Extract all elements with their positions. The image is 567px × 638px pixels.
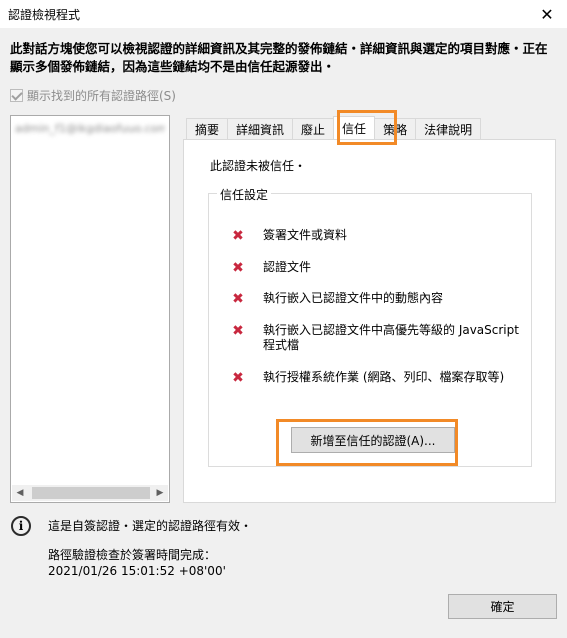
path-validation-info: 路徑驗證檢查於簽署時間完成： 2021/01/26 15:01:52 +08'0…: [48, 547, 226, 579]
show-all-paths-checkbox[interactable]: 顯示找到的所有認證路徑(S): [10, 86, 176, 104]
tab-legal-notice[interactable]: 法律說明: [415, 118, 482, 139]
show-all-paths-label: 顯示找到的所有認證路徑(S): [27, 88, 176, 103]
trust-item-label: 執行嵌入已認證文件中高優先等級的 JavaScript 程式檔: [263, 323, 519, 352]
trust-tab-highlight: [337, 110, 397, 145]
red-x-icon: ✖: [232, 323, 244, 339]
trust-item-label: 簽署文件或資料: [263, 228, 348, 242]
red-x-icon: ✖: [232, 228, 244, 244]
trust-item: ✖ 執行授權系統作業 (網路、列印、檔案存取等): [231, 370, 521, 385]
checkbox-icon[interactable]: [10, 88, 23, 102]
trust-status-text: 此認證未被信任・: [210, 159, 307, 173]
trust-item: ✖ 執行嵌入已認證文件中高優先等級的 JavaScript 程式檔: [231, 323, 521, 353]
tab-revocation[interactable]: 廢止: [292, 118, 335, 139]
red-x-icon: ✖: [232, 370, 244, 386]
scroll-right-icon[interactable]: ▶: [152, 485, 168, 501]
trust-item-label: 執行嵌入已認證文件中的動態內容: [263, 291, 444, 305]
tree-item[interactable]: admin_f1@ikgdiaofuuo.com: [15, 122, 165, 136]
self-signed-status: 這是自簽認證・選定的認證路徑有效・: [48, 519, 253, 533]
info-icon: i: [11, 516, 31, 536]
path-check-timestamp: 2021/01/26 15:01:52 +08'00': [48, 564, 226, 578]
trust-item: ✖ 執行嵌入已認證文件中的動態內容: [231, 291, 521, 306]
close-button[interactable]: ✕: [527, 0, 567, 28]
scroll-thumb[interactable]: [32, 487, 150, 499]
tab-bar: 摘要 詳細資訊 廢止 信任 策略 法律說明: [186, 116, 482, 139]
window-title: 認證檢視程式: [8, 8, 81, 22]
dialog-description: 此對話方塊使您可以檢視認證的詳細資訊及其完整的發佈鏈結・詳細資訊與選定的項目對應…: [10, 41, 548, 74]
horizontal-scrollbar[interactable]: ◀ ▶: [12, 485, 168, 501]
ok-button[interactable]: 確定: [448, 594, 557, 619]
trust-item-label: 執行授權系統作業 (網路、列印、檔案存取等): [263, 370, 505, 384]
trust-settings-label: 信任設定: [217, 186, 272, 203]
red-x-icon: ✖: [232, 291, 244, 307]
trust-item: ✖ 認證文件: [231, 260, 521, 275]
tab-summary[interactable]: 摘要: [186, 118, 229, 139]
tab-details[interactable]: 詳細資訊: [227, 118, 294, 139]
title-bar: 認證檢視程式 ✕: [0, 0, 567, 28]
trust-item-label: 認證文件: [263, 260, 312, 274]
path-check-text: 路徑驗證檢查於簽署時間完成：: [48, 548, 217, 562]
red-x-icon: ✖: [232, 260, 244, 276]
add-button-highlight: [276, 419, 458, 466]
trust-item: ✖ 簽署文件或資料: [231, 228, 521, 243]
close-icon: ✕: [540, 4, 554, 24]
scroll-left-icon[interactable]: ◀: [12, 485, 28, 501]
certificate-tree[interactable]: admin_f1@ikgdiaofuuo.com ◀ ▶: [10, 115, 170, 503]
